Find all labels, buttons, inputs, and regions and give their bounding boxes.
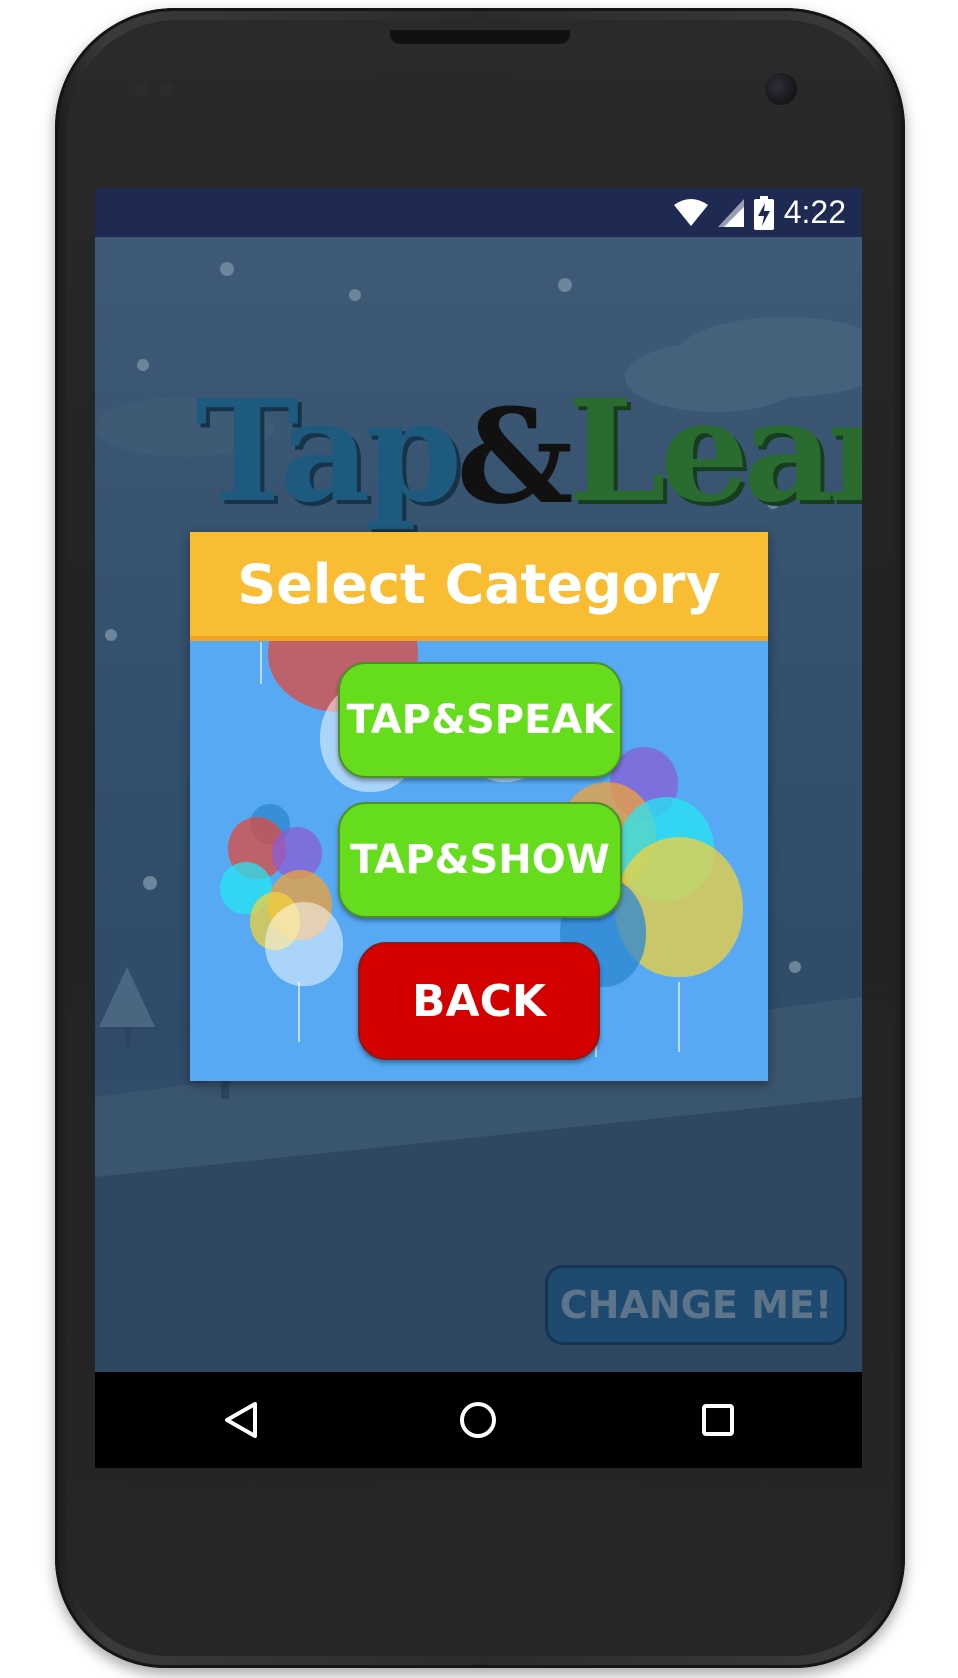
tap-speak-button[interactable]: TAP&SPEAK [338, 662, 622, 778]
recents-square-icon [702, 1404, 734, 1436]
nav-back-button[interactable] [213, 1392, 269, 1448]
logo-learn: Learn [567, 370, 862, 534]
logo-tap: Tap [195, 370, 462, 534]
dialog-title: Select Category [237, 552, 721, 616]
cell-signal-icon [717, 198, 744, 227]
tap-show-button[interactable]: TAP&SHOW [338, 802, 622, 918]
back-button[interactable]: BACK [358, 942, 600, 1060]
dialog-header: Select Category [190, 532, 768, 641]
back-triangle-icon [225, 1402, 257, 1438]
logo-ampersand: & [456, 380, 573, 533]
wifi-icon [673, 198, 708, 226]
light-sensor [160, 82, 174, 96]
battery-charging-icon [753, 195, 774, 230]
app-logo: Tap & Learn [195, 370, 862, 534]
earpiece-speaker [390, 30, 570, 44]
nav-home-button[interactable] [450, 1392, 506, 1448]
proximity-sensor [135, 82, 149, 96]
change-me-button[interactable]: CHANGE ME! [545, 1265, 847, 1345]
front-camera [765, 73, 797, 105]
nav-bar [95, 1372, 862, 1468]
nav-recents-button[interactable] [690, 1392, 746, 1448]
home-circle-icon [460, 1402, 496, 1438]
select-category-dialog: Select Category TAP&SPEAK TAP&SHOW BACK [190, 532, 768, 1081]
status-bar: 4:22 [95, 188, 862, 237]
status-time: 4:22 [783, 194, 846, 230]
